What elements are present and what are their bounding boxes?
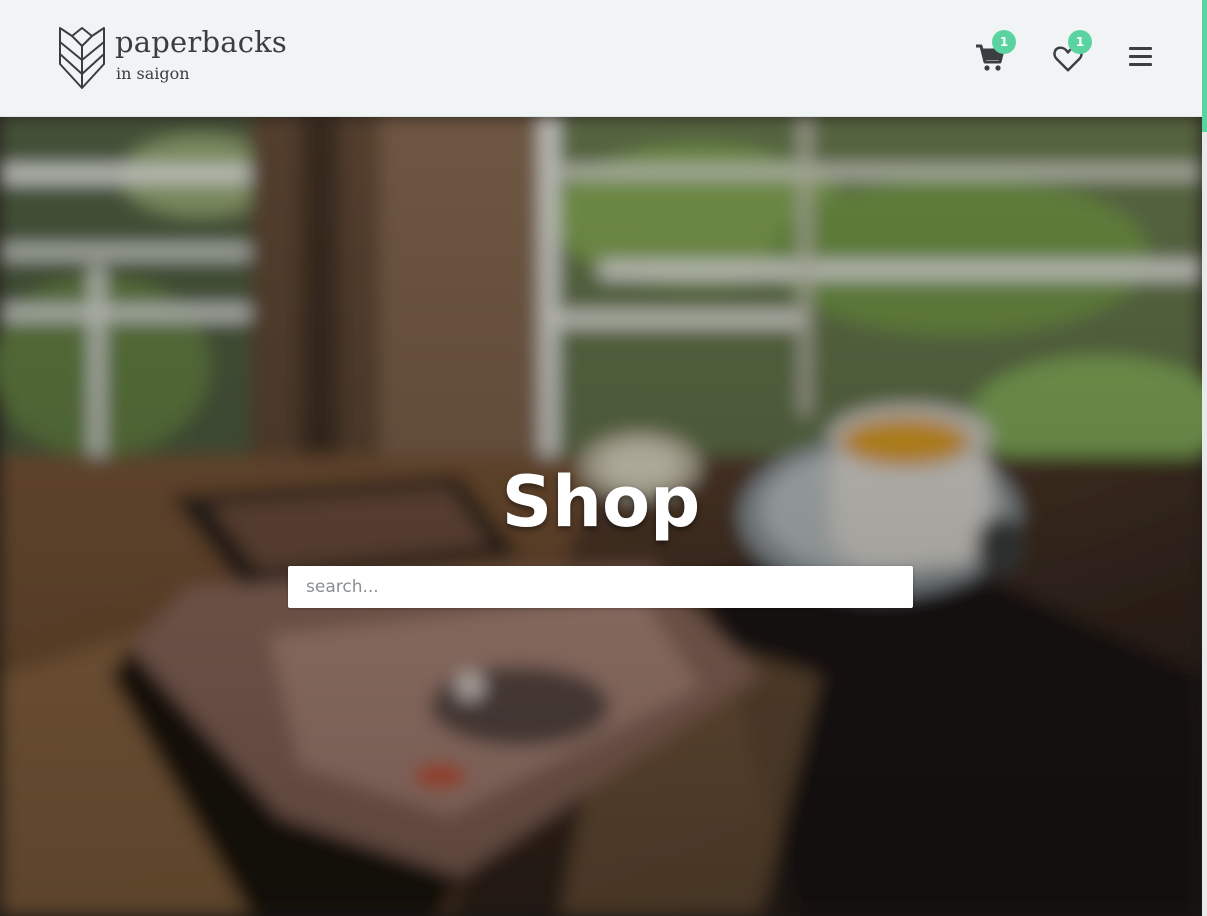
book-logo-icon (59, 27, 105, 89)
page-title: Shop (501, 461, 701, 543)
wishlist-count-badge: 1 (1068, 30, 1092, 54)
menu-button[interactable] (1120, 36, 1162, 80)
search-input[interactable] (288, 566, 913, 608)
logo[interactable]: paperbacks in saigon (58, 24, 298, 90)
cart-count-badge: 1 (992, 30, 1016, 54)
hero-banner: Shop (0, 116, 1202, 916)
scrollbar-thumb[interactable] (1202, 0, 1207, 132)
brand-name: paperbacks (115, 25, 287, 59)
page: paperbacks in saigon 1 1 Shop search... (0, 0, 1207, 916)
cart-button[interactable]: 1 (970, 30, 1016, 80)
brand-tagline: in saigon (116, 64, 190, 83)
page-scrollbar[interactable] (1202, 0, 1207, 916)
hamburger-menu-icon (1129, 47, 1152, 66)
site-header: paperbacks in saigon 1 1 (0, 0, 1202, 117)
wishlist-button[interactable]: 1 (1046, 30, 1092, 80)
